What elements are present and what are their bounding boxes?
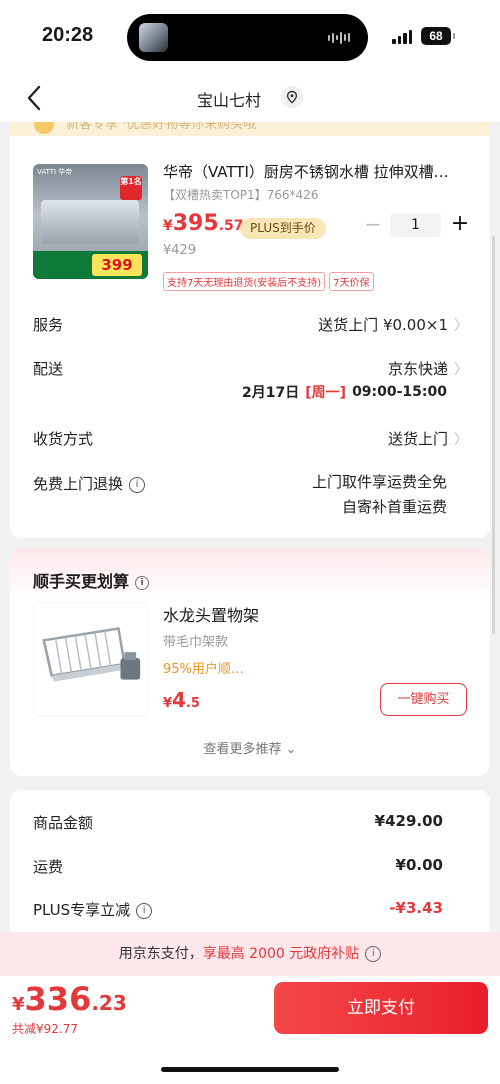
service-label: 服务: [33, 316, 64, 334]
delivery-value: 京东快递: [387, 360, 448, 378]
plus-discount-value: -¥3.43: [389, 899, 443, 917]
recommend-item-price: ¥4.5: [163, 688, 200, 712]
status-bar: 20:28 68: [0, 0, 500, 74]
back-arrow-icon[interactable]: [24, 84, 46, 112]
plus-discount-label: PLUS专享立减: [33, 901, 131, 919]
delivery-label: 配送: [33, 360, 64, 378]
price-summary-card: 商品金额 ¥429.00 运费 ¥0.00 PLUS专享立减 i -¥3.43: [10, 790, 490, 940]
status-time: 20:28: [42, 24, 94, 46]
notice-text: 新客专享 ·优惠好物等你来购买哦: [66, 122, 257, 132]
quantity-plus-button[interactable]: +: [448, 213, 472, 237]
product-title[interactable]: 华帝（VATTI）厨房不锈钢水槽 拉伸双槽…: [163, 161, 473, 182]
now-playing-thumbnail: [139, 23, 168, 52]
product-image[interactable]: VATTI 华帝 第1名 399: [33, 164, 148, 279]
battery-icon: 68: [421, 27, 455, 45]
return-row: 免费上门退换 i: [33, 473, 146, 494]
notice-banner: 新客专享 ·优惠好物等你来购买哦: [10, 122, 490, 136]
recommend-item-name[interactable]: 水龙头置物架: [163, 602, 259, 626]
more-recommend-link[interactable]: 查看更多推荐 ⌄: [10, 738, 490, 757]
quantity-minus-button[interactable]: −: [363, 213, 383, 237]
notice-icon: [34, 122, 54, 134]
freight-value: ¥0.00: [395, 856, 443, 874]
product-subtitle: 【双槽热卖TOP1】766*426: [163, 188, 319, 202]
recommend-item-rate: 95%用户顺…: [163, 662, 244, 677]
price-currency: ¥: [163, 218, 173, 234]
product-brand-badge: VATTI 华帝: [37, 168, 73, 176]
chevron-right-icon: 〉: [454, 317, 468, 334]
subsidy-banner[interactable]: 用京东支付，享最高 2000 元政府补贴 i: [0, 932, 500, 976]
delivery-row[interactable]: 京东快递〉: [388, 358, 468, 379]
chevron-right-icon: 〉: [454, 431, 468, 448]
delivery-weekday: [周一]: [305, 385, 347, 401]
checkout-bar: ¥336.23 共减¥92.77 立即支付: [0, 976, 500, 1084]
plus-price-badge: PLUS到手价: [240, 218, 326, 239]
price-integer: 4: [172, 688, 186, 712]
goods-amount-value: ¥429.00: [374, 812, 443, 830]
recommend-title-text: 顺手买更划算: [33, 572, 130, 591]
service-value: 送货上门 ¥0.00×1: [318, 316, 448, 334]
receive-row[interactable]: 送货上门〉: [388, 428, 468, 449]
rank-badge: 第1名: [120, 176, 142, 200]
info-icon[interactable]: i: [129, 476, 146, 493]
price-integer: 395: [172, 211, 219, 236]
receive-label: 收货方式: [33, 430, 94, 448]
quantity-input[interactable]: 1: [390, 213, 441, 237]
scrollbar[interactable]: [492, 236, 495, 634]
goods-amount-label: 商品金额: [33, 814, 94, 832]
return-label: 免费上门退换: [33, 475, 124, 493]
location-pin-icon[interactable]: [281, 86, 303, 108]
navbar: 宝山七村: [0, 74, 500, 122]
plus-discount-row: PLUS专享立减 i: [33, 899, 153, 920]
recommend-item-spec: 带毛巾架款: [163, 635, 229, 650]
pay-now-button[interactable]: 立即支付: [274, 982, 488, 1034]
signal-icon: [392, 30, 412, 44]
price-currency: ¥: [12, 994, 25, 1015]
price-currency: ¥: [163, 696, 173, 711]
audio-wave-icon: [328, 31, 354, 44]
faucet-rack-image[interactable]: [33, 602, 148, 717]
info-icon[interactable]: i: [135, 575, 150, 590]
service-row[interactable]: 送货上门 ¥0.00×1 〉: [318, 314, 468, 335]
freight-label: 运费: [33, 858, 64, 876]
info-icon[interactable]: i: [136, 902, 153, 919]
recommend-title: 顺手买更划算 i: [33, 568, 150, 592]
subsidy-highlight: 享最高 2000 元政府补贴: [202, 946, 360, 962]
return-line2: 自寄补首重运费: [341, 498, 447, 516]
quantity-stepper: − 1 +: [363, 213, 473, 237]
saved-amount[interactable]: 共减¥92.77: [12, 1020, 78, 1037]
price-protect-tag: 7天价保: [329, 272, 374, 291]
price-integer: 336: [24, 980, 92, 1018]
original-price: ¥429: [163, 243, 197, 258]
return-line1: 上门取件享运费全免: [311, 473, 447, 491]
chevron-right-icon: 〉: [454, 361, 468, 378]
one-click-buy-button[interactable]: 一键购买: [380, 683, 467, 716]
product-price: ¥395.57: [163, 211, 244, 236]
home-indicator[interactable]: [161, 1067, 339, 1072]
dynamic-island[interactable]: [127, 14, 368, 61]
product-tags: 支持7天无理由退货(安装后不支持) 7天价保: [163, 272, 374, 291]
delivery-slot: 09:00-15:00: [352, 384, 447, 400]
subsidy-prefix: 用京东支付，: [118, 946, 203, 962]
page-title: 宝山七村: [197, 91, 262, 110]
total-price: ¥336.23: [12, 980, 127, 1018]
delivery-date: 2月17日: [242, 385, 300, 401]
receive-value: 送货上门: [387, 430, 448, 448]
price-decimal: .23: [91, 991, 127, 1015]
return-policy-tag: 支持7天无理由退货(安装后不支持): [163, 272, 326, 291]
recommend-card: 顺手买更划算 i 水龙头置物架 带毛巾架款 95%用户顺… ¥4.5 一键购买 查…: [10, 548, 490, 776]
info-icon[interactable]: i: [365, 946, 382, 962]
sink-illustration: [41, 200, 139, 244]
order-product-card: VATTI 华帝 第1名 399 华帝（VATTI）厨房不锈钢水槽 拉伸双槽… …: [10, 136, 490, 538]
price-decimal: .5: [185, 696, 200, 711]
promo-price: 399: [92, 254, 142, 276]
delivery-time[interactable]: 2月17日 [周一] 09:00-15:00: [242, 382, 447, 402]
